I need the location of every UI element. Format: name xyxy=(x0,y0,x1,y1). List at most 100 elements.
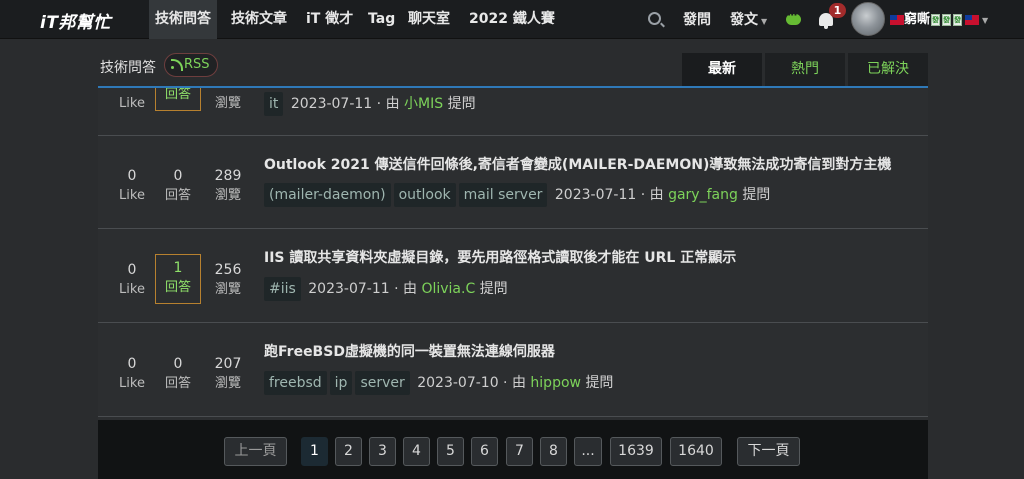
chevron-down-icon: ▼ xyxy=(761,17,768,26)
post-label: 發文 xyxy=(730,12,758,28)
view-number: 256 xyxy=(214,262,242,278)
answer-label: 回答 xyxy=(164,376,191,391)
question-author[interactable]: 小MIS xyxy=(404,96,443,112)
prev-page-button[interactable]: 上一頁 xyxy=(224,437,287,466)
answer-number: 1 xyxy=(173,260,183,276)
page-button[interactable]: 3 xyxy=(369,437,396,466)
nav-tag[interactable]: Tag xyxy=(362,0,401,39)
mahjong-tile-icon: 發 xyxy=(942,13,952,26)
nav-tech-articles[interactable]: 技術文章 xyxy=(225,0,293,39)
question-list: Like 1回答 瀏覽 it 2023-07-11 · 由 小MIS 提問 0L… xyxy=(98,86,928,420)
question-date: 2023-07-10 xyxy=(417,375,499,391)
question-by: · 由 xyxy=(372,96,400,112)
like-count: Like xyxy=(109,94,155,113)
like-label: Like xyxy=(119,376,145,391)
tab-latest[interactable]: 最新 xyxy=(682,53,762,86)
question-title[interactable]: IIS 讀取共享資料夾虛擬目錄，要先用路徑格式讀取後才能在 URL 正常顯示 xyxy=(264,247,736,267)
avatar[interactable] xyxy=(851,2,885,36)
chevron-down-icon: ▼ xyxy=(982,16,989,25)
answer-count: 0 回答 xyxy=(155,167,201,205)
user-menu[interactable]: 窮嘶發發發 ▼ xyxy=(890,0,988,39)
username: 窮嘶 xyxy=(904,12,931,27)
site-logo[interactable]: iT邦幫忙 xyxy=(40,8,111,33)
asked-label: 提問 xyxy=(742,187,771,203)
tag[interactable]: ip xyxy=(329,371,353,395)
question-by: · 由 xyxy=(498,375,526,391)
next-page-button[interactable]: 下一頁 xyxy=(737,437,800,466)
question-row: Like 1回答 瀏覽 it 2023-07-11 · 由 小MIS 提問 xyxy=(98,88,928,136)
tag[interactable]: #iis xyxy=(264,277,301,301)
view-label: 瀏覽 xyxy=(214,376,241,391)
tag[interactable]: it xyxy=(264,92,284,116)
tag[interactable]: mail server xyxy=(458,183,548,207)
page-button[interactable]: 5 xyxy=(437,437,464,466)
taiwan-flag-icon xyxy=(965,14,980,25)
question-author[interactable]: hippow xyxy=(530,375,581,391)
question-title[interactable]: Outlook 2021 傳送信件回條後,寄信者會變成(MAILER-DAEMO… xyxy=(264,154,891,174)
asked-label: 提問 xyxy=(585,375,614,391)
tag[interactable]: (mailer-daemon) xyxy=(264,183,391,207)
like-count: 0 Like xyxy=(109,261,155,299)
tag[interactable]: outlook xyxy=(393,183,456,207)
view-label: 瀏覽 xyxy=(214,282,241,297)
like-number: 0 xyxy=(127,262,137,278)
like-label: Like xyxy=(119,282,145,297)
page-button[interactable]: 1 xyxy=(301,437,328,466)
page-button[interactable]: 2 xyxy=(335,437,362,466)
question-meta: (mailer-daemon) outlook mail server 2023-0… xyxy=(264,183,770,207)
rss-label: RSS xyxy=(184,57,210,72)
question-author[interactable]: gary_fang xyxy=(668,187,738,203)
answer-label: 回答 xyxy=(164,188,191,203)
answer-count: 0 回答 xyxy=(155,355,201,393)
post-dropdown[interactable]: 發文 ▼ xyxy=(730,0,767,39)
asked-label: 提問 xyxy=(447,96,476,112)
view-count: 瀏覽 xyxy=(205,94,251,113)
rss-icon xyxy=(171,59,183,71)
question-by: · 由 xyxy=(389,281,417,297)
page-button[interactable]: 4 xyxy=(403,437,430,466)
asked-label: 提問 xyxy=(479,281,508,297)
question-date: 2023-07-11 xyxy=(554,187,637,203)
question-meta: it 2023-07-11 · 由 小MIS 提問 xyxy=(264,92,476,116)
answer-number: 0 xyxy=(173,168,183,184)
answer-count[interactable]: 1回答 xyxy=(155,88,201,111)
page-button[interactable]: 7 xyxy=(506,437,533,466)
answer-number: 0 xyxy=(173,356,183,372)
question-date: 2023-07-11 xyxy=(308,281,390,297)
tag[interactable]: server xyxy=(355,371,410,395)
tab-solved[interactable]: 已解決 xyxy=(848,53,928,86)
page-button[interactable]: 6 xyxy=(471,437,498,466)
like-number: 0 xyxy=(127,356,137,372)
section-header: 技術問答 RSS 最新 熱門 已解決 xyxy=(98,48,928,86)
nav-ironman[interactable]: 2022 鐵人賽 xyxy=(463,0,561,39)
like-count: 0 Like xyxy=(109,167,155,205)
page-ellipsis: ... xyxy=(574,437,602,466)
nav-jobs[interactable]: iT 徵才 xyxy=(300,0,359,39)
question-date: 2023-07-11 xyxy=(290,96,373,112)
page-button[interactable]: 8 xyxy=(540,437,567,466)
ask-button[interactable]: 發問 xyxy=(683,0,711,39)
search-icon[interactable] xyxy=(648,12,661,25)
question-by: · 由 xyxy=(636,187,664,203)
like-count: 0 Like xyxy=(109,355,155,393)
question-author[interactable]: Olivia.C xyxy=(421,281,475,297)
question-title[interactable]: 跑FreeBSD虛擬機的同一裝置無法連線伺服器 xyxy=(264,341,555,361)
pagination: 上一頁 1 2 3 4 5 6 7 8 ... 1639 1640 下一頁 xyxy=(98,420,928,479)
answer-count[interactable]: 1回答 xyxy=(155,254,201,304)
mahjong-tile-icon: 發 xyxy=(953,13,963,26)
top-navbar: iT邦幫忙 技術問答 技術文章 iT 徵才 Tag 聊天室 2022 鐵人賽 發… xyxy=(0,0,1024,39)
view-label: 瀏覽 xyxy=(214,96,241,111)
like-label: Like xyxy=(119,188,145,203)
view-number: 289 xyxy=(214,168,242,184)
tag[interactable]: freebsd xyxy=(264,371,327,395)
page-button[interactable]: 1640 xyxy=(670,437,722,466)
nav-chatroom[interactable]: 聊天室 xyxy=(402,0,456,39)
tab-popular[interactable]: 熱門 xyxy=(765,53,845,86)
question-row: 0 Like 0 回答 289 瀏覽 Outlook 2021 傳送信件回條後,寄信者… xyxy=(98,136,928,229)
chat-icon[interactable] xyxy=(786,8,801,25)
page-button[interactable]: 1639 xyxy=(610,437,662,466)
taiwan-flag-icon xyxy=(890,14,904,25)
nav-tech-qa[interactable]: 技術問答 xyxy=(149,0,217,39)
mahjong-tile-icon: 發 xyxy=(931,13,941,26)
rss-button[interactable]: RSS xyxy=(164,53,218,77)
